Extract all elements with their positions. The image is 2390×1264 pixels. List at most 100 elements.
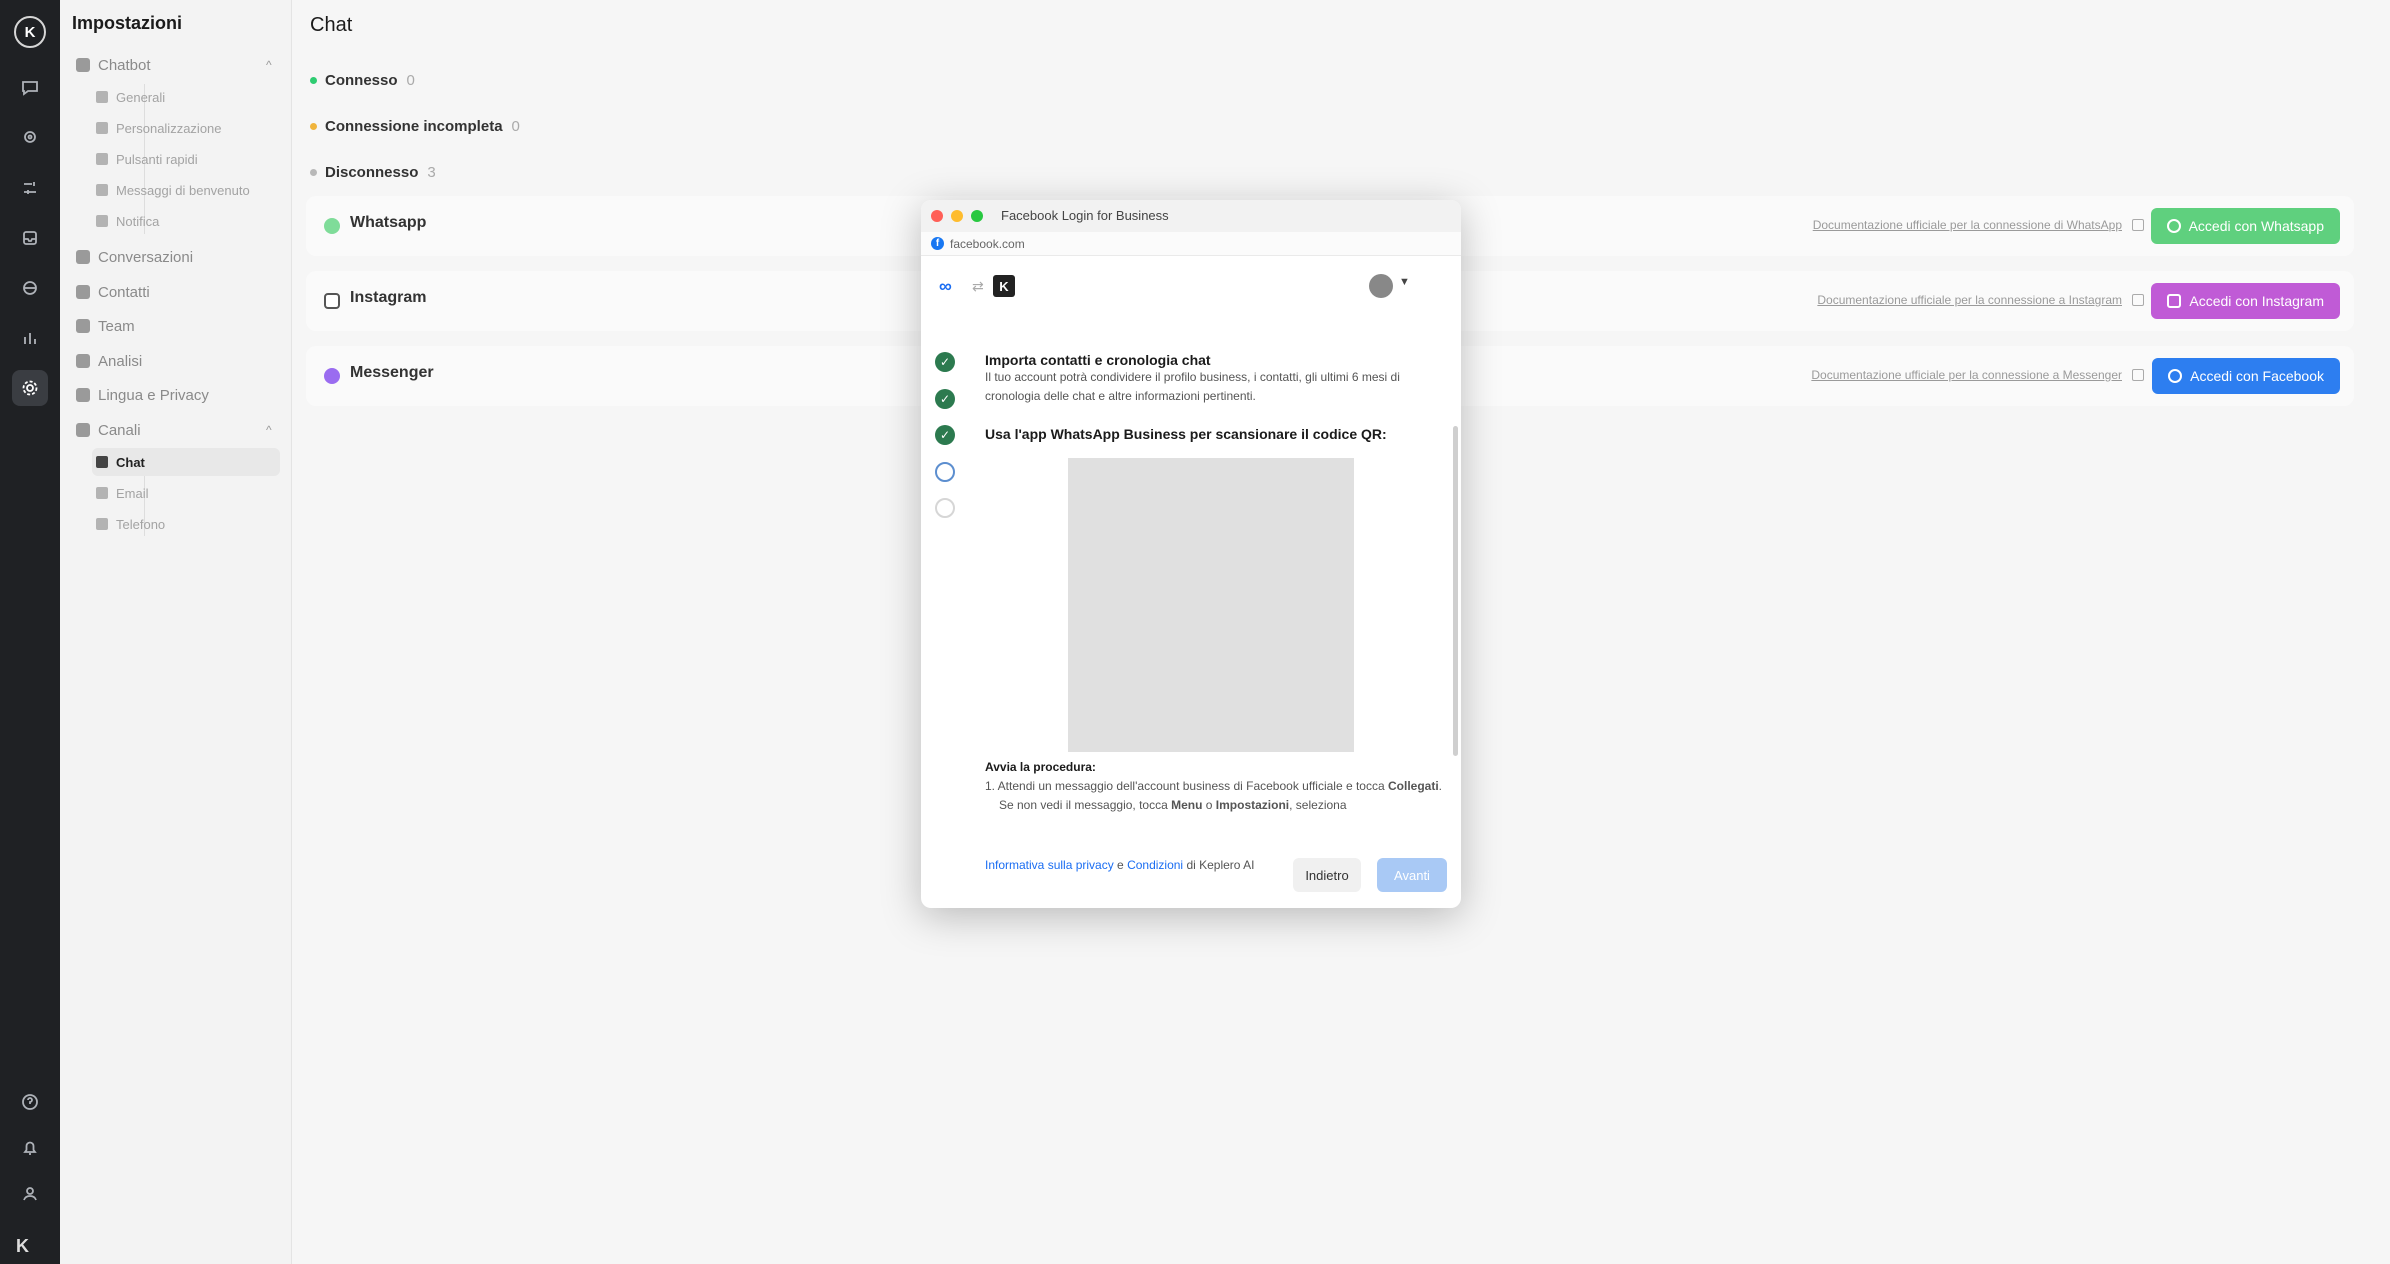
status-label: Disconnesso — [325, 163, 419, 181]
minimize-window-button[interactable] — [951, 210, 963, 222]
settings-sidebar: Impostazioni Chatbot ^ Generali Personal… — [60, 0, 292, 1264]
step-done-icon: ✓ — [935, 425, 955, 445]
team-icon — [76, 319, 90, 333]
link-arrows-icon: ⇄ — [972, 278, 984, 294]
status-dot — [310, 76, 317, 84]
status-dot — [310, 122, 317, 130]
subitem-label: Telefono — [116, 516, 166, 532]
accedi-whatsapp-button[interactable]: Accedi con Whatsapp — [2150, 208, 2340, 244]
status-label: Connessione incompleta — [325, 117, 503, 135]
sidebar-subitem-pulsanti-rapidi[interactable]: Pulsanti rapidi — [92, 145, 280, 173]
sidebar-item-canali[interactable]: Canali ^ — [76, 415, 272, 445]
status-dot — [310, 168, 317, 176]
url-text: facebook.com — [950, 236, 1025, 251]
sidebar-item-label: Chatbot — [98, 56, 151, 74]
sidebar-item-contatti[interactable]: Contatti — [76, 277, 150, 307]
chat-icon[interactable] — [12, 70, 48, 106]
privacy-link[interactable]: Informativa sulla privacy — [985, 858, 1114, 872]
user-icon[interactable] — [12, 1176, 48, 1212]
back-button[interactable]: Indietro — [1293, 858, 1361, 892]
status-count: 0 — [406, 71, 415, 89]
palette-icon — [96, 122, 108, 134]
sidebar-item-team[interactable]: Team — [76, 311, 135, 341]
sidebar-item-conversazioni[interactable]: Conversazioni — [76, 242, 193, 272]
next-button[interactable]: Avanti — [1377, 858, 1447, 892]
chevron-up-icon[interactable]: ^ — [266, 58, 272, 72]
message-icon — [96, 184, 108, 196]
section-text: Il tuo account potrà condividere il prof… — [985, 370, 1400, 403]
section-title: Importa contatti e cronologia chat — [985, 352, 1211, 368]
channel-name: Messenger — [350, 364, 434, 381]
chart-icon[interactable] — [12, 320, 48, 356]
maximize-window-button[interactable] — [971, 210, 983, 222]
inbox-icon[interactable] — [12, 220, 48, 256]
icon-rail: K K — [0, 0, 60, 1264]
doc-link[interactable]: Documentazione ufficiale per la connessi… — [1811, 368, 2144, 382]
sidebar-subitem-telefono[interactable]: Telefono — [92, 510, 280, 538]
sidebar-item-chatbot[interactable]: Chatbot ^ — [76, 50, 272, 80]
phone-icon — [96, 518, 108, 530]
lightning-icon — [96, 153, 108, 165]
subitem-label: Notifica — [116, 213, 160, 229]
sidebar-subitem-notifica[interactable]: Notifica — [92, 207, 280, 235]
qr-code — [1068, 458, 1354, 752]
step-done-icon: ✓ — [935, 389, 955, 409]
globe-icon[interactable] — [12, 270, 48, 306]
account-avatar[interactable] — [1369, 274, 1393, 298]
procedure-bold: Collegati — [1387, 779, 1439, 793]
help-icon[interactable] — [12, 1084, 48, 1120]
sidebar-item-label: Contatti — [98, 283, 150, 301]
whatsapp-icon — [2166, 219, 2181, 233]
whatsapp-icon — [324, 218, 340, 234]
external-link-icon — [2132, 219, 2144, 231]
sidebar-item-lingua-privacy[interactable]: Lingua e Privacy — [76, 380, 209, 410]
procedure-text: o — [1202, 798, 1216, 812]
subitem-label: Messaggi di benvenuto — [116, 182, 250, 198]
procedure-step-1: 1. Attendi un messaggio dell'account bus… — [985, 777, 1449, 796]
accedi-instagram-button[interactable]: Accedi con Instagram — [2151, 283, 2340, 319]
globe-icon — [76, 388, 90, 402]
doc-link[interactable]: Documentazione ufficiale per la connessi… — [1817, 293, 2144, 307]
chat-icon — [96, 456, 108, 468]
facebook-icon — [2168, 369, 2183, 383]
keplero-logo: K — [993, 275, 1015, 297]
chevron-up-icon[interactable]: ^ — [266, 423, 272, 437]
sidebar-subitem-chat[interactable]: Chat — [92, 448, 280, 476]
scrollbar[interactable] — [1453, 426, 1458, 756]
sidebar-subitem-messaggi-di-benvenuto[interactable]: Messaggi di benvenuto — [92, 176, 280, 204]
gear-icon[interactable] — [12, 370, 48, 406]
subitem-label: Chat — [116, 454, 145, 470]
doc-link-text[interactable]: Documentazione ufficiale per la connessi… — [1817, 293, 2122, 307]
doc-link-text[interactable]: Documentazione ufficiale per la connessi… — [1813, 218, 2122, 232]
sidebar-subitem-generali[interactable]: Generali — [92, 83, 280, 111]
button-label: Accedi con Facebook — [2190, 368, 2324, 384]
bell-icon[interactable] — [12, 1130, 48, 1166]
meta-logo: ∞ — [939, 276, 952, 296]
terms-link[interactable]: Condizioni — [1127, 858, 1183, 872]
button-label: Accedi con Whatsapp — [2188, 218, 2324, 234]
doc-link-text[interactable]: Documentazione ufficiale per la connessi… — [1811, 368, 2122, 382]
sidebar-item-label: Conversazioni — [98, 248, 194, 266]
sidebar-subitem-personalizzazione[interactable]: Personalizzazione — [92, 114, 280, 142]
tools-icon[interactable] — [12, 170, 48, 206]
procedure-title: Avvia la procedura: — [985, 760, 1096, 774]
accedi-facebook-button[interactable]: Accedi con Facebook — [2152, 358, 2340, 394]
procedure-bold: Impostazioni — [1215, 798, 1290, 812]
app-logo[interactable]: K — [14, 16, 46, 48]
chatbot-icon — [76, 58, 90, 72]
status-label: Connesso — [325, 71, 398, 89]
doc-link[interactable]: Documentazione ufficiale per la connessi… — [1813, 218, 2144, 232]
step-pending-icon — [935, 498, 955, 518]
button-label: Accedi con Instagram — [2189, 293, 2324, 309]
conversations-icon — [76, 250, 90, 264]
close-window-button[interactable] — [931, 210, 943, 222]
procedure-bold: Menu — [1171, 798, 1203, 812]
status-disconnesso: Disconnesso 3 — [310, 160, 436, 184]
step-done-icon: ✓ — [935, 352, 955, 372]
sidebar-subitem-email[interactable]: Email — [92, 479, 280, 507]
procedure-step-2: Se non vedi il messaggio, tocca Menu o I… — [985, 796, 1449, 815]
sidebar-item-analisi[interactable]: Analisi — [76, 346, 142, 376]
location-icon[interactable] — [12, 120, 48, 156]
external-link-icon — [2132, 294, 2144, 306]
chevron-down-icon[interactable]: ▼ — [1399, 276, 1410, 288]
